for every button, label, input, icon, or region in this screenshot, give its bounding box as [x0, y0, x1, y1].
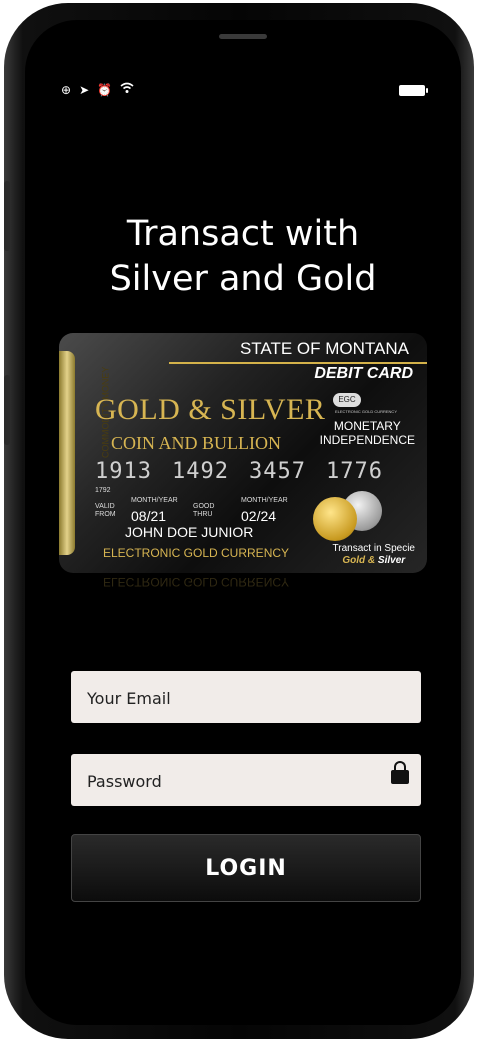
- card-number-group: 3457: [248, 459, 306, 484]
- currency-line: ELECTRONIC GOLD CURRENCY: [103, 546, 290, 560]
- good-thru-date: 02/24: [241, 508, 277, 524]
- login-button[interactable]: LOGIN: [71, 834, 421, 902]
- card-number: 1913 1492 3457 1776: [95, 459, 403, 484]
- location-icon: ➤: [79, 82, 90, 97]
- gold-coin-icon: [313, 497, 357, 541]
- phone-frame: ⊕ ➤ ⏰ Transact with Silver and Gold COMM…: [4, 3, 474, 1039]
- headline-line-1: Transact with: [126, 214, 360, 254]
- valid-from-date: 08/21: [131, 508, 167, 524]
- debit-card-image: COMMODITY MONEY STATE OF MONTANA DEBIT C…: [59, 333, 427, 573]
- reflection-line: ELECTRONIC GOLD CURRENCY: [103, 575, 290, 589]
- egc-badge: EGC: [333, 393, 361, 407]
- month-year-label-1: MONTH/YEAR: [131, 497, 178, 504]
- card-brand-sub: COIN AND BULLION: [111, 433, 281, 453]
- valid-label-2: FROM: [95, 511, 116, 518]
- status-icons: ⊕ ➤ ⏰: [61, 82, 134, 97]
- headline-line-2: Silver and Gold: [109, 259, 377, 299]
- alarm-icon: ⏰: [97, 82, 113, 97]
- card-number-group: 1492: [171, 459, 229, 484]
- specie-silver: Silver: [377, 555, 406, 566]
- card-reflection: ELECTRONIC GOLD CURRENCY: [59, 575, 427, 645]
- card-number-small: 1792: [95, 487, 111, 494]
- good-thru-label: GOOD THRU: [193, 503, 214, 519]
- wifi-icon: [120, 82, 134, 97]
- monetary-independence: MONETARY INDEPENDENCE: [320, 419, 415, 447]
- card-number-group: 1776: [325, 459, 383, 484]
- card-holder: JOHN DOE JUNIOR: [125, 524, 254, 540]
- card-side-stripe: COMMODITY MONEY: [59, 351, 111, 555]
- specie-gold: Gold: [342, 555, 366, 566]
- power-button: [4, 375, 10, 445]
- email-field[interactable]: [71, 671, 421, 725]
- egc-caption: ELECTRONIC GOLD CURRENCY: [334, 409, 397, 414]
- reflection-text: ELECTRONIC GOLD CURRENCY: [59, 575, 427, 589]
- password-field[interactable]: [71, 754, 421, 808]
- specie-metals: Gold & Silver: [342, 555, 405, 566]
- card-state: STATE OF MONTANA: [239, 339, 409, 358]
- lock-icon: [391, 761, 409, 784]
- specie-text: Transact in Specie Gold & Silver: [333, 543, 415, 567]
- specie-line: Transact in Specie: [332, 543, 415, 554]
- card-type: DEBIT CARD: [314, 365, 413, 382]
- headline: Transact with Silver and Gold: [25, 212, 461, 302]
- valid-from-label: VALID FROM: [95, 503, 116, 519]
- card-gold-line: [169, 362, 427, 364]
- card-brand: GOLD & SILVER: [95, 393, 326, 426]
- specie-amp: &: [365, 555, 378, 566]
- valid-label-1: VALID: [95, 503, 115, 510]
- monetary-line-1: MONETARY: [333, 419, 401, 433]
- vpn-icon: ⊕: [61, 82, 72, 97]
- good-label-2: THRU: [193, 511, 213, 518]
- card-number-group: 1913: [95, 459, 152, 484]
- password-input[interactable]: [85, 754, 411, 808]
- good-label-1: GOOD: [193, 503, 215, 510]
- screen: ⊕ ➤ ⏰ Transact with Silver and Gold COMM…: [25, 20, 461, 1025]
- volume-button: [4, 181, 10, 251]
- speaker-grille: [219, 34, 267, 39]
- status-bar: ⊕ ➤ ⏰: [61, 82, 428, 98]
- month-year-label-2: MONTH/YEAR: [241, 497, 288, 504]
- email-input[interactable]: [85, 671, 411, 725]
- battery-icon: [399, 85, 428, 96]
- monetary-line-2: INDEPENDENCE: [319, 433, 415, 447]
